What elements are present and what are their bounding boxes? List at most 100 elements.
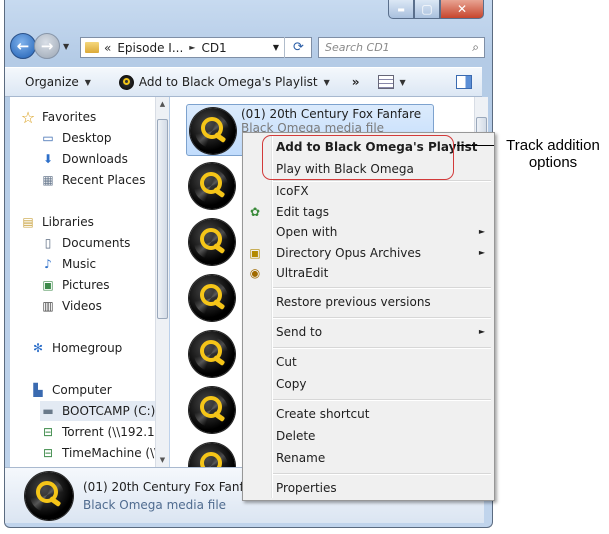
libraries-icon: ▤ bbox=[22, 215, 34, 229]
archive-icon: ▣ bbox=[249, 246, 261, 260]
minimize-button[interactable]: ▬ bbox=[388, 0, 414, 19]
close-button[interactable]: ✕ bbox=[440, 0, 484, 19]
window-controls: ▬ ▢ ✕ bbox=[388, 0, 484, 20]
path-overflow-chevron[interactable]: « bbox=[104, 41, 111, 55]
back-arrow-icon: ← bbox=[16, 37, 30, 55]
change-view-button[interactable]: ▼ bbox=[368, 70, 414, 94]
search-input[interactable]: Search CD1 bbox=[325, 41, 390, 54]
network-drive-icon: ⊟ bbox=[42, 446, 54, 460]
sidebar-item-music[interactable]: ♪ Music bbox=[40, 254, 96, 274]
sidebar-item-label: Documents bbox=[62, 236, 131, 250]
add-to-playlist-label: Add to Black Omega's Playlist bbox=[138, 75, 318, 89]
breadcrumb-segment[interactable]: CD1 bbox=[201, 41, 226, 55]
videos-icon: ▥ bbox=[42, 299, 54, 313]
maximize-button[interactable]: ▢ bbox=[414, 0, 440, 19]
menu-item-directory-opus-archives[interactable]: Directory Opus Archives bbox=[276, 243, 421, 263]
sidebar-item-bootcamp[interactable]: ▬ BOOTCAMP (C:) bbox=[40, 401, 158, 421]
sidebar-scrollbar[interactable]: ▲ ▼ bbox=[155, 97, 169, 467]
menu-separator bbox=[273, 287, 491, 289]
homegroup-icon: ✻ bbox=[32, 341, 44, 355]
more-commands-label: » bbox=[351, 75, 360, 89]
scroll-thumb[interactable] bbox=[157, 119, 168, 319]
drive-icon: ▬ bbox=[42, 404, 54, 418]
sidebar-item-label: Libraries bbox=[42, 215, 94, 229]
menu-item-restore-previous-versions[interactable]: Restore previous versions bbox=[276, 292, 431, 312]
sidebar-item-computer[interactable]: ▙ Computer bbox=[30, 380, 112, 400]
chevron-down-icon: ▼ bbox=[84, 77, 91, 87]
star-icon: ☆ bbox=[20, 107, 36, 127]
menu-item-cut[interactable]: Cut bbox=[276, 352, 297, 372]
organize-label: Organize bbox=[25, 75, 79, 89]
menu-item-properties[interactable]: Properties bbox=[276, 478, 337, 498]
view-icon bbox=[377, 75, 394, 89]
organize-button[interactable]: Organize ▼ bbox=[5, 70, 99, 94]
annotation-text-line1: Track addition bbox=[506, 137, 600, 154]
breadcrumb-segment[interactable]: Episode I... bbox=[117, 41, 183, 55]
refresh-icon: ⟳ bbox=[293, 40, 304, 55]
edit-tags-icon: ✿ bbox=[249, 205, 261, 219]
sidebar-item-label: Music bbox=[62, 257, 97, 271]
back-button[interactable]: ← bbox=[10, 33, 36, 59]
menu-item-copy[interactable]: Copy bbox=[276, 374, 306, 394]
chevron-down-icon: ▼ bbox=[399, 77, 406, 87]
menu-item-rename[interactable]: Rename bbox=[276, 448, 325, 468]
context-menu: Add to Black Omega's Playlist Play with … bbox=[242, 132, 495, 501]
sidebar-item-label: Desktop bbox=[62, 131, 112, 145]
details-file-name: (01) 20th Century Fox Fanfare bbox=[83, 479, 264, 494]
more-commands-button[interactable]: » bbox=[338, 70, 368, 94]
refresh-button[interactable]: ⟳ bbox=[284, 37, 312, 58]
sidebar-item-label: Pictures bbox=[62, 278, 110, 292]
chevron-down-icon: ▼ bbox=[323, 77, 330, 87]
black-omega-file-icon bbox=[189, 387, 235, 433]
address-bar[interactable]: « Episode I... ► CD1 ▼ bbox=[80, 37, 312, 58]
sidebar-item-torrent[interactable]: ⊟ Torrent (\\192.16 bbox=[40, 422, 158, 442]
menu-item-send-to[interactable]: Send to bbox=[276, 322, 322, 342]
pictures-icon: ▣ bbox=[42, 278, 54, 292]
documents-icon: ▯ bbox=[44, 236, 52, 250]
black-omega-file-icon bbox=[189, 163, 235, 209]
sidebar-item-desktop[interactable]: ▭ Desktop bbox=[40, 128, 112, 148]
sidebar-item-documents[interactable]: ▯ Documents bbox=[40, 233, 131, 253]
black-omega-file-icon bbox=[189, 275, 235, 321]
black-omega-file-icon bbox=[189, 331, 235, 377]
computer-icon: ▙ bbox=[33, 383, 43, 397]
menu-item-ultraedit[interactable]: UltraEdit bbox=[276, 263, 328, 283]
sidebar-item-favorites[interactable]: ☆ Favorites bbox=[20, 107, 96, 127]
recent-pages-dropdown[interactable]: ▼ bbox=[63, 42, 69, 51]
menu-separator bbox=[273, 317, 491, 319]
preview-pane-icon[interactable] bbox=[456, 75, 472, 89]
sidebar-item-videos[interactable]: ▥ Videos bbox=[40, 296, 102, 316]
menu-item-edit-tags[interactable]: Edit tags bbox=[276, 202, 329, 222]
downloads-icon: ⬇ bbox=[42, 152, 54, 166]
sidebar-item-downloads[interactable]: ⬇ Downloads bbox=[40, 149, 128, 169]
file-name: (01) 20th Century Fox Fanfare bbox=[241, 107, 422, 121]
black-omega-file-icon bbox=[189, 443, 235, 467]
forward-button[interactable]: → bbox=[34, 33, 60, 59]
scroll-down-icon[interactable]: ▼ bbox=[156, 453, 169, 467]
sidebar-item-pictures[interactable]: ▣ Pictures bbox=[40, 275, 110, 295]
menu-item-create-shortcut[interactable]: Create shortcut bbox=[276, 404, 369, 424]
sidebar-item-label: Recent Places bbox=[62, 173, 146, 187]
scroll-up-icon[interactable]: ▲ bbox=[156, 97, 169, 111]
sidebar-item-label: Computer bbox=[52, 383, 112, 397]
breadcrumb-arrow-icon[interactable]: ► bbox=[189, 43, 195, 52]
command-bar: Organize ▼ Add to Black Omega's Playlist… bbox=[5, 67, 482, 97]
sidebar-item-label: TimeMachine (\\ bbox=[62, 446, 158, 460]
annotation-leader-line bbox=[457, 145, 494, 146]
address-dropdown-icon[interactable]: ▼ bbox=[273, 43, 279, 52]
menu-item-delete[interactable]: Delete bbox=[276, 426, 315, 446]
add-to-playlist-button[interactable]: Add to Black Omega's Playlist ▼ bbox=[99, 70, 338, 94]
sidebar-item-libraries[interactable]: ▤ Libraries bbox=[20, 212, 94, 232]
sidebar-item-timemachine[interactable]: ⊟ TimeMachine (\\ bbox=[40, 443, 158, 463]
sidebar-item-label: Torrent (\\192.16 bbox=[62, 425, 158, 439]
menu-separator bbox=[273, 473, 491, 475]
sidebar-item-homegroup[interactable]: ✻ Homegroup bbox=[30, 338, 122, 358]
search-box[interactable]: Search CD1 ⌕ bbox=[318, 37, 485, 58]
menu-item-open-with[interactable]: Open with bbox=[276, 222, 337, 242]
annotation-callout: Track addition options bbox=[497, 137, 609, 171]
submenu-arrow-icon: ► bbox=[478, 248, 485, 257]
menu-item-icofx[interactable]: IcoFX bbox=[276, 181, 309, 201]
sidebar-item-recent-places[interactable]: ▦ Recent Places bbox=[40, 170, 145, 190]
black-omega-file-icon bbox=[190, 108, 236, 154]
annotation-highlight-box bbox=[262, 135, 454, 180]
